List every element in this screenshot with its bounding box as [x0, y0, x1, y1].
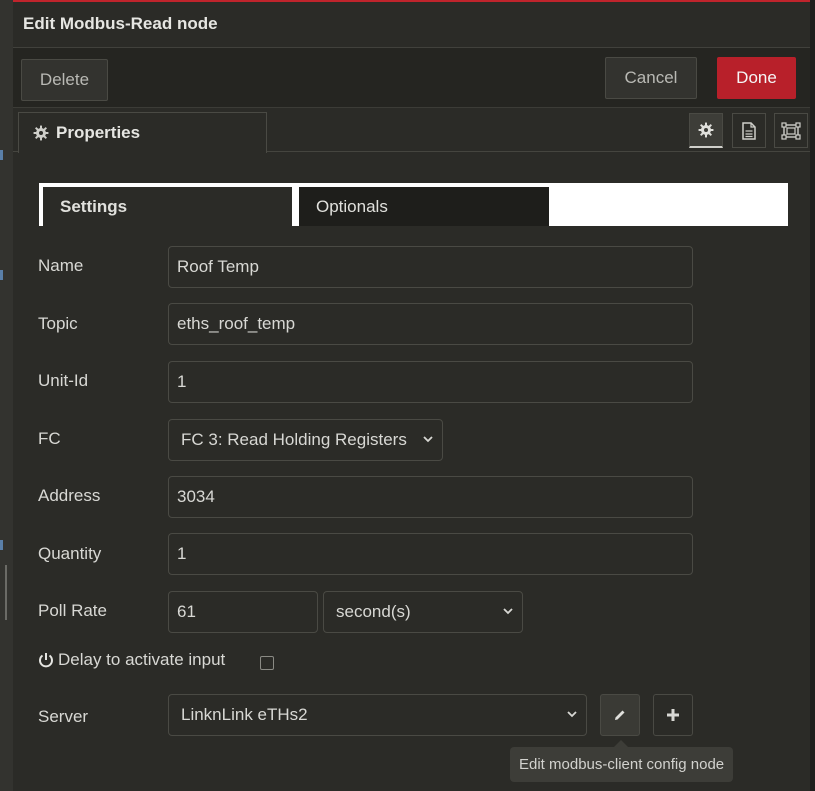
chevron-down-icon — [423, 436, 433, 443]
edit-tray: Edit Modbus-Read node Delete Cancel Done… — [13, 0, 810, 791]
quantity-label: Quantity — [38, 544, 102, 563]
topic-label: Topic — [38, 314, 78, 333]
tab-optionals[interactable]: Optionals — [299, 187, 549, 226]
poll-rate-label: Poll Rate — [38, 601, 107, 620]
tray-header: Edit Modbus-Read node — [13, 2, 810, 48]
edit-server-button[interactable] — [600, 694, 640, 736]
gear-icon — [698, 122, 714, 138]
done-button[interactable]: Done — [717, 57, 796, 99]
poll-rate-unit-select[interactable]: second(s) — [323, 591, 523, 633]
topic-input[interactable]: eths_roof_temp — [168, 303, 693, 345]
settings-subtabs: Settings Optionals — [39, 183, 788, 226]
unit-id-label: Unit-Id — [38, 371, 89, 390]
gear-icon — [33, 125, 49, 141]
add-server-button[interactable] — [653, 694, 693, 736]
poll-rate-unit-value: second(s) — [336, 602, 411, 621]
editor-canvas-edge — [0, 0, 14, 791]
tab-settings[interactable]: Settings — [43, 187, 292, 226]
tray-toolbar: Delete Cancel Done — [13, 48, 810, 108]
quantity-input[interactable]: 1 — [168, 533, 693, 575]
cancel-button[interactable]: Cancel — [605, 57, 697, 99]
tray-tabs: Properties — [13, 108, 810, 153]
dialog-title: Edit Modbus-Read node — [23, 14, 218, 33]
tab-appearance[interactable] — [774, 113, 808, 148]
tab-properties[interactable]: Properties — [18, 112, 267, 153]
chevron-down-icon — [567, 711, 577, 718]
delete-button[interactable]: Delete — [21, 59, 108, 101]
fc-label: FC — [38, 429, 61, 448]
address-input[interactable]: 3034 — [168, 476, 693, 518]
fc-select[interactable]: FC 3: Read Holding Registers — [168, 419, 443, 461]
server-select-value: LinknLink eTHs2 — [181, 705, 308, 724]
delay-checkbox[interactable] — [260, 656, 274, 670]
tab-settings-icon[interactable] — [689, 113, 723, 148]
server-label: Server — [38, 707, 89, 726]
tab-properties-label: Properties — [56, 123, 141, 142]
chevron-down-icon — [503, 608, 513, 615]
poll-rate-input[interactable]: 61 — [168, 591, 318, 633]
window-edge — [810, 0, 815, 791]
pencil-icon — [615, 710, 625, 720]
unit-id-input[interactable]: 1 — [168, 361, 693, 403]
fc-select-value: FC 3: Read Holding Registers — [181, 430, 407, 449]
name-label: Name — [38, 256, 84, 275]
canvas-marker — [0, 270, 3, 280]
delay-label: Delay to activate input — [58, 650, 226, 669]
delay-option: Delay to activate input — [38, 650, 225, 670]
server-select[interactable]: LinknLink eTHs2 — [168, 694, 587, 736]
canvas-scrollbar[interactable] — [5, 565, 7, 620]
canvas-marker — [0, 150, 3, 160]
document-icon — [742, 121, 756, 140]
name-input[interactable]: Roof Temp — [168, 246, 693, 288]
plus-icon — [667, 709, 679, 721]
appearance-icon — [781, 121, 801, 140]
power-icon — [39, 653, 53, 668]
canvas-marker — [0, 540, 3, 550]
edit-config-tooltip: Edit modbus-client config node — [510, 740, 734, 782]
tab-description[interactable] — [732, 113, 766, 148]
address-label: Address — [38, 486, 101, 505]
